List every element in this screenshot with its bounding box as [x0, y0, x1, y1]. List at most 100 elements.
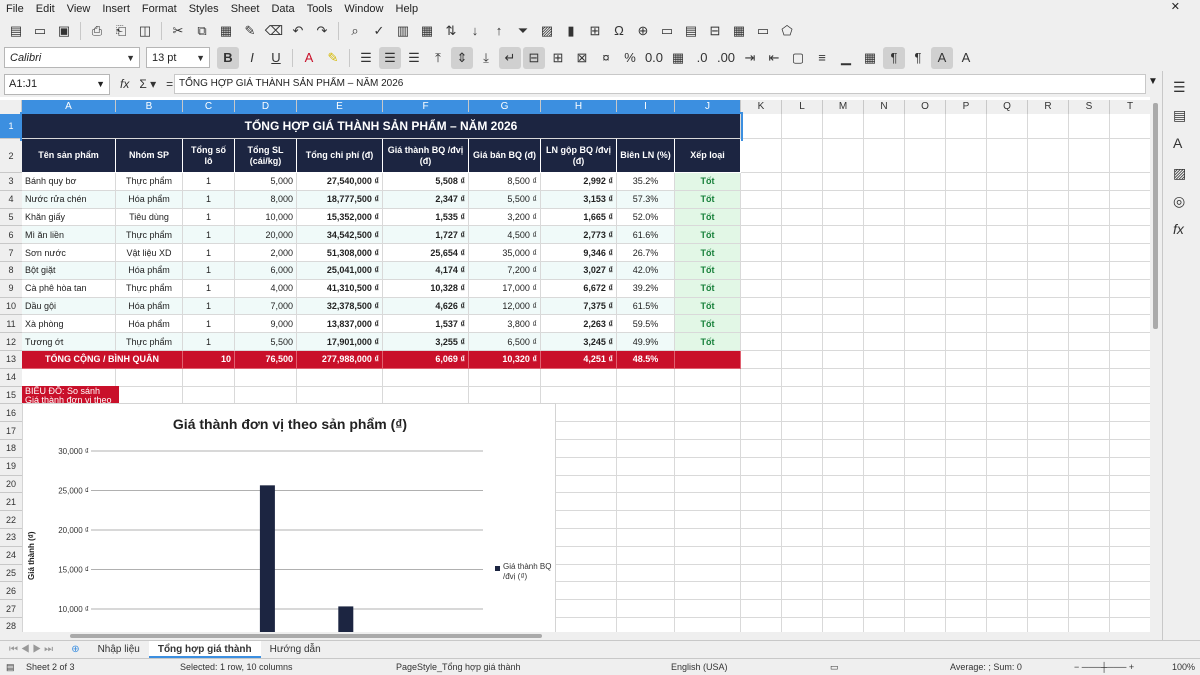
row-header-4[interactable]: 4	[0, 190, 22, 209]
cell[interactable]	[235, 386, 297, 405]
cell[interactable]	[782, 564, 823, 583]
align-right-icon[interactable]: ☰	[403, 47, 425, 69]
cell[interactable]	[823, 457, 864, 476]
table-cell[interactable]: 35.2%	[617, 173, 675, 191]
menu-data[interactable]: Data	[271, 3, 294, 15]
column-header-p[interactable]: P	[946, 100, 987, 114]
cell[interactable]	[1110, 493, 1151, 512]
table-cell[interactable]: 2,000	[235, 244, 297, 262]
cell[interactable]	[782, 368, 823, 387]
column-header-h[interactable]: H	[541, 100, 617, 114]
menu-tools[interactable]: Tools	[307, 3, 333, 15]
cell[interactable]	[905, 386, 946, 405]
table-cell[interactable]: Dầu gội	[22, 297, 116, 316]
cell[interactable]	[864, 493, 905, 512]
column-title[interactable]: Tổng SL (cái/kg)	[235, 139, 297, 173]
cell[interactable]	[1028, 422, 1069, 440]
cell[interactable]	[469, 368, 541, 387]
cell[interactable]	[905, 351, 946, 369]
total-cell[interactable]: 76,500	[235, 351, 297, 369]
table-cell[interactable]: 41,310,500 ₫	[297, 279, 383, 298]
cell[interactable]	[617, 564, 675, 583]
cell[interactable]	[1069, 529, 1110, 547]
table-cell[interactable]: 57.3%	[617, 190, 675, 209]
cell[interactable]	[905, 244, 946, 262]
find-replace-icon[interactable]: ⌕	[344, 20, 366, 42]
table-cell[interactable]: Hóa phẩm	[116, 315, 183, 334]
cell[interactable]	[1028, 262, 1069, 280]
table-cell[interactable]: 1	[183, 226, 235, 245]
cell[interactable]	[1069, 173, 1110, 191]
cell[interactable]	[741, 422, 782, 440]
cell[interactable]	[675, 511, 741, 529]
align-center-icon[interactable]: ☰	[379, 46, 401, 69]
cell[interactable]	[617, 368, 675, 387]
increase-indent-icon[interactable]: ⇥	[739, 47, 761, 69]
cell[interactable]	[741, 475, 782, 494]
table-cell[interactable]: 49.9%	[617, 333, 675, 351]
cell[interactable]	[782, 139, 823, 173]
cell[interactable]	[864, 475, 905, 494]
cell[interactable]	[297, 368, 383, 387]
currency-format-icon[interactable]: ¤	[595, 47, 617, 69]
total-label[interactable]: TỔNG CỘNG / BÌNH QUÂN	[22, 351, 183, 369]
cell[interactable]	[741, 226, 782, 245]
column-title[interactable]: Tổng chi phí (đ)	[297, 139, 383, 173]
cell[interactable]	[782, 440, 823, 458]
column-icon[interactable]: ▦	[416, 20, 438, 42]
row-header-21[interactable]: 21	[0, 493, 22, 512]
table-cell[interactable]: Hóa phẩm	[116, 297, 183, 316]
cell[interactable]	[741, 333, 782, 351]
chart-icon[interactable]: ▮	[560, 20, 582, 42]
cell[interactable]	[946, 529, 987, 547]
cell[interactable]	[1110, 333, 1151, 351]
column-title[interactable]: LN gộp BQ /đvị (đ)	[541, 139, 617, 173]
cell[interactable]	[823, 139, 864, 173]
cell[interactable]	[987, 114, 1028, 139]
table-cell[interactable]: Thực phẩm	[116, 279, 183, 298]
freeze-rows-icon[interactable]: ▦	[728, 20, 750, 42]
cell[interactable]	[1069, 351, 1110, 369]
row-header-14[interactable]: 14	[0, 368, 22, 387]
row-header-19[interactable]: 19	[0, 457, 22, 476]
table-cell[interactable]: 1,537 ₫	[383, 315, 469, 334]
cell[interactable]	[1028, 226, 1069, 245]
table-cell[interactable]: 9,346 ₫	[541, 244, 617, 262]
cell[interactable]	[741, 279, 782, 298]
cell[interactable]	[946, 279, 987, 298]
cell[interactable]	[1110, 475, 1151, 494]
clone-format-icon[interactable]: ✎	[239, 20, 261, 42]
column-header-q[interactable]: Q	[987, 100, 1028, 114]
table-cell[interactable]: 1,727 ₫	[383, 226, 469, 245]
cell[interactable]	[741, 440, 782, 458]
cell[interactable]	[1069, 315, 1110, 334]
cell[interactable]	[905, 422, 946, 440]
table-cell[interactable]: 8,000	[235, 190, 297, 209]
table-cell[interactable]: 17,000 ₫	[469, 279, 541, 298]
functions-icon[interactable]: fx	[1173, 221, 1184, 237]
cell[interactable]	[823, 422, 864, 440]
cell[interactable]	[864, 114, 905, 139]
table-cell[interactable]: 1,665 ₫	[541, 208, 617, 227]
table-cell[interactable]: 17,901,000 ₫	[297, 333, 383, 351]
cell[interactable]	[1110, 457, 1151, 476]
table-cell[interactable]: 5,500	[235, 333, 297, 351]
styles-icon[interactable]: A	[1173, 135, 1182, 151]
cell[interactable]	[675, 475, 741, 494]
table-cell[interactable]: 1	[183, 333, 235, 351]
cell[interactable]	[1028, 440, 1069, 458]
cell[interactable]	[1110, 582, 1151, 601]
cell[interactable]	[1110, 244, 1151, 262]
cell[interactable]	[946, 315, 987, 334]
left-to-right-icon[interactable]: ¶	[883, 46, 905, 69]
cell[interactable]	[741, 351, 782, 369]
redo-icon[interactable]: ↷	[311, 20, 333, 42]
cell[interactable]	[183, 368, 235, 387]
cell[interactable]	[675, 529, 741, 547]
column-header-r[interactable]: R	[1028, 100, 1069, 114]
table-cell[interactable]: 6,500 ₫	[469, 333, 541, 351]
cell[interactable]	[741, 386, 782, 405]
cell[interactable]	[675, 404, 741, 423]
cell[interactable]	[987, 546, 1028, 565]
column-title[interactable]: Tên sản phẩm	[22, 139, 116, 173]
